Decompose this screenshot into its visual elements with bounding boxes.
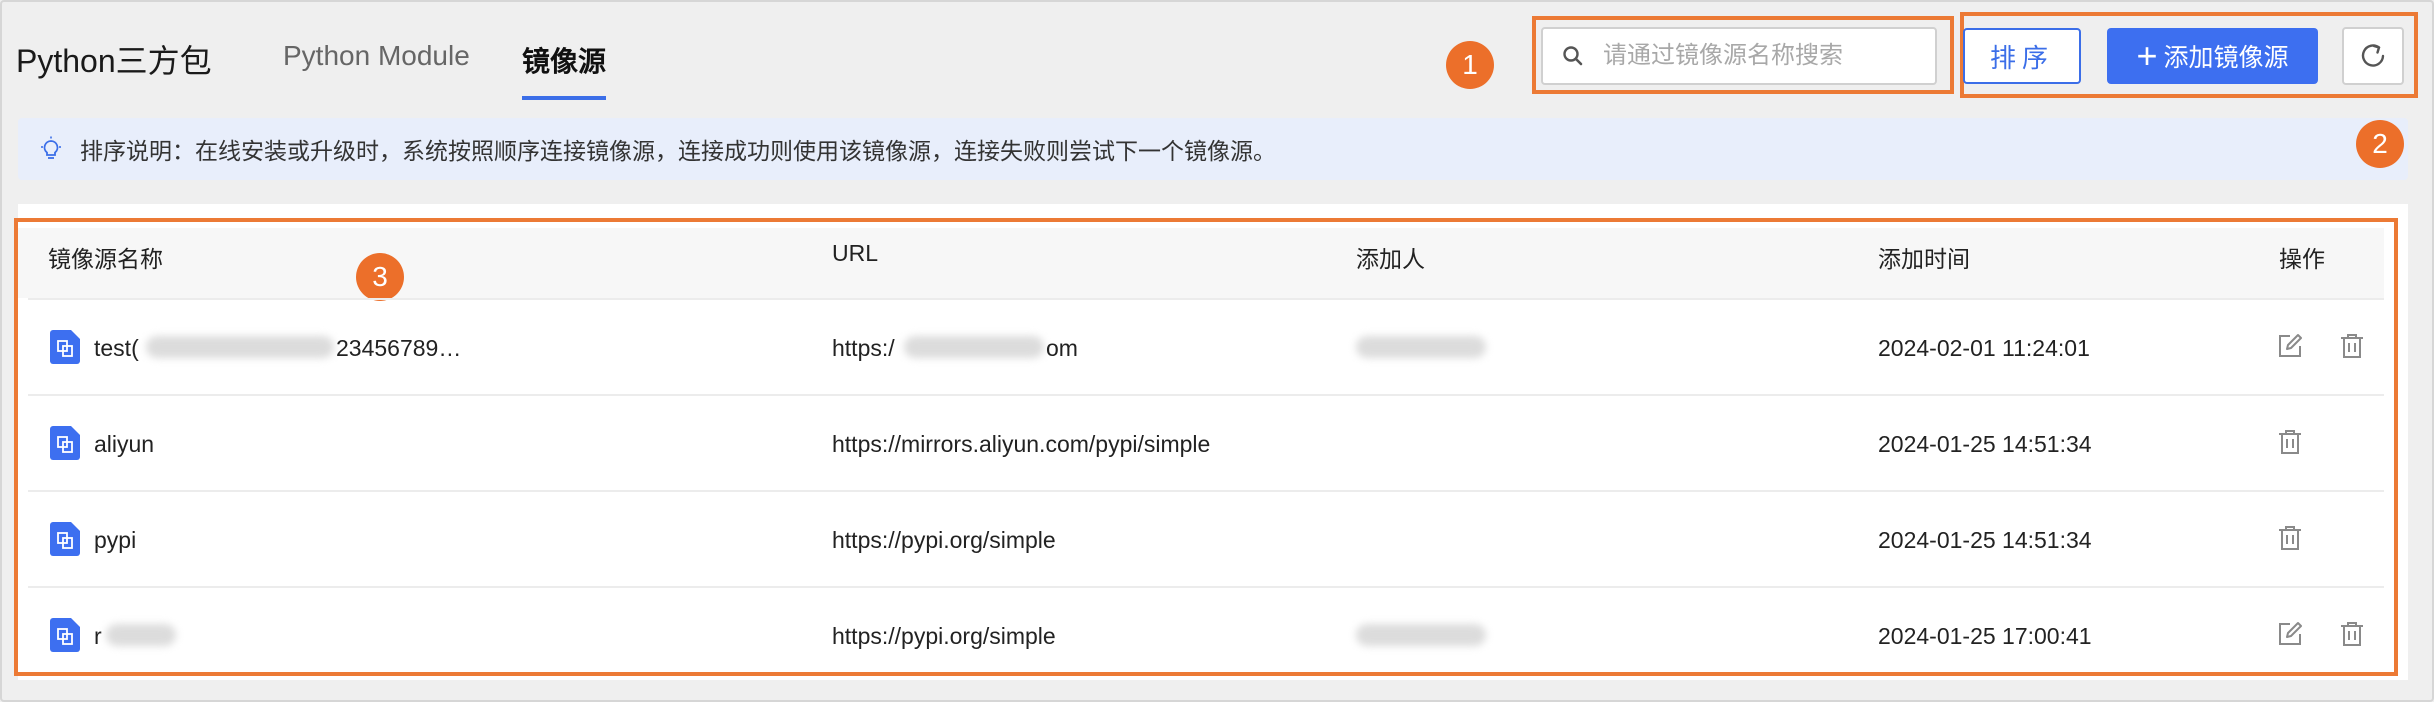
notice-text: 排序说明：在线安装或升级时，系统按照顺序连接镜像源，连接成功则使用该镜像源，连接… — [80, 138, 1276, 164]
refresh-icon — [2361, 44, 2385, 67]
add-mirror-label: 添加镜像源 — [2163, 44, 2289, 72]
annotation-badge-2: 2 — [2356, 120, 2404, 168]
refresh-button[interactable] — [2342, 27, 2404, 85]
highlight-box-table — [14, 218, 2398, 676]
add-mirror-button[interactable]: + 添加镜像源 — [2107, 28, 2318, 84]
lightbulb-icon — [41, 136, 61, 159]
plus-icon: + — [2136, 35, 2158, 76]
search-input[interactable] — [1603, 42, 1923, 70]
sort-notice-banner: 排序说明：在线安装或升级时，系统按照顺序连接镜像源，连接成功则使用该镜像源，连接… — [18, 118, 2408, 180]
search-icon — [1563, 46, 1583, 66]
sort-button[interactable]: 排序 — [1963, 28, 2081, 84]
app-title: Python三方包 — [16, 43, 212, 79]
active-tab-indicator — [522, 96, 606, 100]
tab-python-module[interactable]: Python Module — [283, 40, 470, 72]
search-box[interactable] — [1541, 27, 1937, 85]
tab-mirror-source[interactable]: 镜像源 — [522, 40, 606, 80]
annotation-badge-1: 1 — [1446, 41, 1494, 89]
